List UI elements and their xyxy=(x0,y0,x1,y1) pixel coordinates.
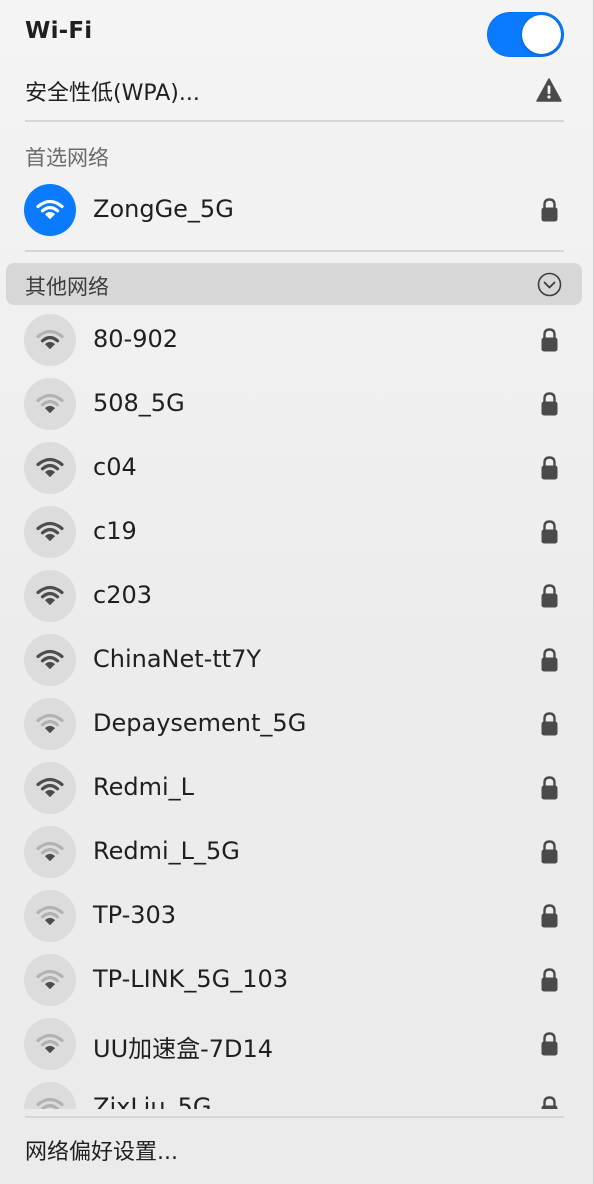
wifi-signal-icon xyxy=(36,777,64,797)
other-networks-list[interactable]: 80-902 508_5G c04 c19 c203 ChinaNet-tt7Y Depay… xyxy=(0,305,594,1109)
network-item[interactable]: Depaysement_5G xyxy=(0,692,594,756)
network-item[interactable]: c04 xyxy=(0,436,594,500)
wifi-signal-icon xyxy=(36,649,64,669)
network-name: ZixLiu_5G xyxy=(93,1093,212,1109)
wifi-menu-panel: Wi-Fi 安全性低(WPA)... 首选网络 ZongGe_5G 其他网络 8… xyxy=(0,0,594,1184)
wifi-icon xyxy=(24,890,76,942)
wifi-signal-icon xyxy=(36,1033,64,1053)
lock-icon xyxy=(541,968,558,992)
wifi-icon xyxy=(24,1018,76,1070)
wifi-icon xyxy=(24,184,76,236)
wifi-icon xyxy=(24,826,76,878)
wifi-signal-icon xyxy=(36,713,64,733)
network-item[interactable]: ZongGe_5G xyxy=(0,178,594,242)
wifi-signal-icon xyxy=(36,841,64,861)
lock-icon xyxy=(541,904,558,928)
lock-icon xyxy=(541,328,558,352)
other-networks-label: 其他网络 xyxy=(25,275,109,299)
lock-icon xyxy=(541,712,558,736)
lock-icon xyxy=(541,584,558,608)
wifi-toggle[interactable] xyxy=(487,12,564,57)
wifi-signal-icon xyxy=(36,1097,64,1109)
wifi-signal-icon xyxy=(36,585,64,605)
lock-icon xyxy=(541,840,558,864)
wifi-icon xyxy=(24,570,76,622)
wifi-signal-icon xyxy=(36,199,64,219)
wifi-signal-icon xyxy=(36,521,64,541)
wifi-icon xyxy=(24,1082,76,1109)
network-item[interactable]: Redmi_L_5G xyxy=(0,820,594,884)
wifi-icon xyxy=(24,442,76,494)
security-warning-label: 安全性低(WPA)... xyxy=(25,81,200,106)
network-item[interactable]: ChinaNet-tt7Y xyxy=(0,628,594,692)
network-name: Redmi_L xyxy=(93,773,195,801)
other-networks-header[interactable]: 其他网络 xyxy=(6,263,582,305)
network-name: c203 xyxy=(93,581,153,609)
lock-icon xyxy=(541,456,558,480)
wifi-signal-icon xyxy=(36,393,64,413)
chevron-down-circle-icon[interactable] xyxy=(537,272,562,297)
wifi-signal-icon xyxy=(36,329,64,349)
security-warning-row[interactable]: 安全性低(WPA)... xyxy=(0,66,594,114)
divider xyxy=(25,250,564,252)
lock-icon xyxy=(541,776,558,800)
network-name: c19 xyxy=(93,517,137,545)
network-item[interactable]: c19 xyxy=(0,500,594,564)
network-preferences-row[interactable]: 网络偏好设置... xyxy=(0,1120,594,1184)
network-name: ZongGe_5G xyxy=(93,195,234,223)
network-item[interactable]: 80-902 xyxy=(0,308,594,372)
wifi-icon xyxy=(24,954,76,1006)
divider xyxy=(25,1116,564,1118)
network-item[interactable]: 508_5G xyxy=(0,372,594,436)
toggle-knob xyxy=(522,15,561,54)
lock-icon xyxy=(541,198,558,222)
wifi-signal-icon xyxy=(36,969,64,989)
network-name: c04 xyxy=(93,453,137,481)
lock-icon xyxy=(541,392,558,416)
network-item[interactable]: Redmi_L xyxy=(0,756,594,820)
warning-icon xyxy=(536,78,562,102)
wifi-title: Wi-Fi xyxy=(25,18,93,44)
network-name: ChinaNet-tt7Y xyxy=(93,645,262,673)
lock-icon xyxy=(541,520,558,544)
wifi-icon xyxy=(24,762,76,814)
network-name: TP-LINK_5G_103 xyxy=(93,965,289,993)
wifi-icon xyxy=(24,378,76,430)
wifi-icon xyxy=(24,634,76,686)
network-item[interactable]: ZixLiu_5G xyxy=(0,1076,594,1109)
lock-icon xyxy=(541,1032,558,1056)
network-item[interactable]: c203 xyxy=(0,564,594,628)
network-name: TP-303 xyxy=(93,901,177,929)
lock-icon xyxy=(541,648,558,672)
network-item[interactable]: TP-303 xyxy=(0,884,594,948)
network-name: Redmi_L_5G xyxy=(93,837,240,865)
network-item[interactable]: TP-LINK_5G_103 xyxy=(0,948,594,1012)
wifi-icon xyxy=(24,698,76,750)
preferred-networks-label: 首选网络 xyxy=(25,146,109,170)
divider xyxy=(25,120,564,122)
network-preferences-label: 网络偏好设置... xyxy=(25,1140,178,1165)
wifi-signal-icon xyxy=(36,905,64,925)
network-name: UU加速盒-7D14 xyxy=(93,1035,274,1063)
wifi-icon xyxy=(24,314,76,366)
network-name: 508_5G xyxy=(93,389,185,417)
lock-icon xyxy=(541,1096,558,1109)
wifi-header: Wi-Fi xyxy=(0,0,594,66)
wifi-icon xyxy=(24,506,76,558)
network-name: Depaysement_5G xyxy=(93,709,307,737)
network-name: 80-902 xyxy=(93,325,179,353)
wifi-signal-icon xyxy=(36,457,64,477)
network-item[interactable]: UU加速盒-7D14 xyxy=(0,1012,594,1076)
